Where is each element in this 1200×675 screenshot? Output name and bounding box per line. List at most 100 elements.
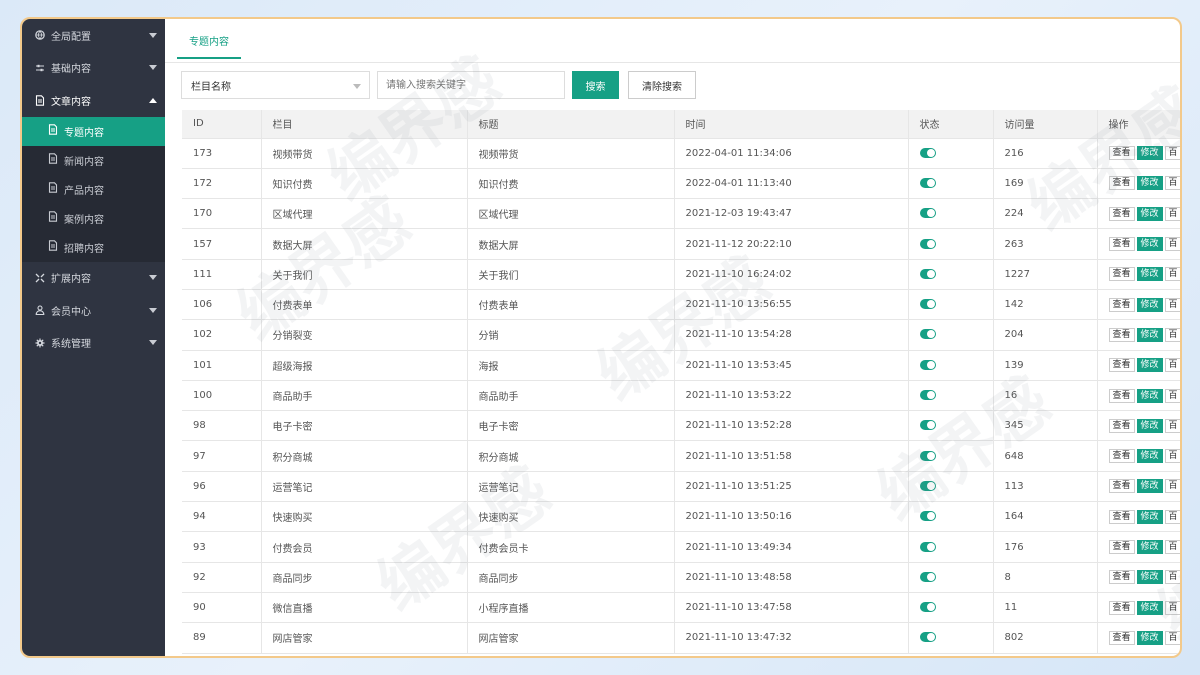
search-button[interactable]: 搜索 bbox=[572, 71, 619, 99]
status-toggle[interactable] bbox=[919, 632, 936, 643]
column-header[interactable]: ID bbox=[182, 110, 262, 139]
edit-button[interactable]: 修改 bbox=[1136, 418, 1163, 433]
more-button[interactable]: 百 bbox=[1164, 540, 1180, 554]
cell-status bbox=[908, 471, 994, 503]
sidebar-subitem-3[interactable]: 案例内容 bbox=[22, 204, 165, 233]
view-button[interactable]: 查看 bbox=[1108, 540, 1135, 554]
chevron-down-icon bbox=[149, 32, 157, 38]
more-button[interactable]: 百 bbox=[1164, 176, 1180, 191]
view-button[interactable]: 查看 bbox=[1108, 297, 1135, 312]
cell-id: 97 bbox=[182, 440, 262, 472]
view-button[interactable]: 查看 bbox=[1108, 600, 1135, 615]
more-button[interactable]: 百 bbox=[1164, 206, 1180, 221]
cell-id: 100 bbox=[182, 380, 262, 412]
status-toggle[interactable] bbox=[919, 571, 936, 582]
more-button[interactable]: 百 bbox=[1164, 570, 1180, 585]
view-button[interactable]: 查看 bbox=[1108, 327, 1135, 342]
status-toggle[interactable] bbox=[919, 147, 936, 158]
more-button[interactable]: 百 bbox=[1164, 388, 1180, 403]
status-toggle[interactable] bbox=[919, 177, 936, 188]
more-button[interactable]: 百 bbox=[1164, 237, 1180, 252]
status-toggle[interactable] bbox=[919, 390, 936, 401]
edit-button[interactable]: 修改 bbox=[1136, 146, 1163, 161]
edit-button[interactable]: 修改 bbox=[1136, 327, 1163, 342]
status-toggle[interactable] bbox=[919, 329, 936, 340]
cell-actions: 查看 修改百 bbox=[1097, 562, 1180, 593]
more-button[interactable]: 百 bbox=[1164, 358, 1180, 373]
edit-button[interactable]: 修改 bbox=[1136, 358, 1163, 373]
status-toggle[interactable] bbox=[919, 208, 936, 219]
edit-button[interactable]: 修改 bbox=[1136, 297, 1163, 312]
search-input[interactable] bbox=[377, 71, 565, 99]
status-toggle[interactable] bbox=[919, 299, 936, 310]
column-header[interactable]: 标题 bbox=[467, 110, 675, 139]
edit-button[interactable]: 修改 bbox=[1136, 206, 1163, 221]
edit-button[interactable]: 修改 bbox=[1136, 267, 1163, 282]
edit-button[interactable]: 修改 bbox=[1136, 449, 1163, 464]
more-button[interactable]: 百 bbox=[1164, 449, 1180, 464]
column-header[interactable]: 访问量 bbox=[993, 110, 1098, 139]
cell-actions: 查看 修改百 bbox=[1097, 228, 1180, 260]
view-button[interactable]: 查看 bbox=[1108, 509, 1135, 524]
edit-button[interactable]: 修改 bbox=[1136, 600, 1163, 615]
sidebar-item-1[interactable]: 基础内容 bbox=[22, 52, 165, 85]
clear-search-button[interactable]: 清除搜索 bbox=[628, 71, 696, 99]
view-button[interactable]: 查看 bbox=[1108, 449, 1135, 464]
sidebar-subitem-0[interactable]: 专题内容 bbox=[22, 116, 165, 146]
more-button[interactable]: 百 bbox=[1164, 630, 1180, 645]
edit-button[interactable]: 修改 bbox=[1136, 630, 1163, 645]
status-toggle[interactable] bbox=[919, 602, 936, 613]
sidebar-item-0[interactable]: 全局配置 bbox=[22, 19, 165, 52]
view-button[interactable]: 查看 bbox=[1108, 388, 1135, 403]
view-button[interactable]: 查看 bbox=[1108, 630, 1135, 645]
sidebar-subitem-4[interactable]: 招聘内容 bbox=[22, 233, 165, 262]
view-button[interactable]: 查看 bbox=[1108, 176, 1135, 191]
edit-button[interactable]: 修改 bbox=[1136, 479, 1163, 494]
view-button[interactable]: 查看 bbox=[1108, 358, 1135, 373]
more-button[interactable]: 百 bbox=[1164, 479, 1180, 494]
edit-button[interactable]: 修改 bbox=[1136, 570, 1163, 585]
more-button[interactable]: 百 bbox=[1164, 327, 1180, 342]
edit-button[interactable]: 修改 bbox=[1136, 176, 1163, 191]
status-toggle[interactable] bbox=[919, 480, 936, 491]
status-toggle[interactable] bbox=[919, 268, 936, 279]
column-header[interactable]: 时间 bbox=[674, 110, 909, 139]
more-button[interactable]: 百 bbox=[1164, 297, 1180, 312]
cell-id: 89 bbox=[182, 622, 262, 654]
status-toggle[interactable] bbox=[919, 511, 936, 522]
sidebar-item-2[interactable]: 文章内容 bbox=[22, 84, 165, 117]
column-select[interactable]: 栏目名称 bbox=[181, 71, 370, 99]
edit-button[interactable]: 修改 bbox=[1136, 540, 1163, 554]
edit-button[interactable]: 修改 bbox=[1136, 388, 1163, 403]
view-button[interactable]: 查看 bbox=[1108, 570, 1135, 585]
status-toggle[interactable] bbox=[919, 420, 936, 431]
more-button[interactable]: 百 bbox=[1164, 509, 1180, 524]
edit-button[interactable]: 修改 bbox=[1136, 509, 1163, 524]
view-button[interactable]: 查看 bbox=[1108, 237, 1135, 252]
sidebar-item-5[interactable]: 系统管理 bbox=[22, 327, 165, 360]
column-header[interactable]: 状态 bbox=[908, 110, 994, 139]
status-toggle[interactable] bbox=[919, 450, 936, 461]
edit-button[interactable]: 修改 bbox=[1136, 237, 1163, 252]
status-toggle[interactable] bbox=[919, 541, 936, 552]
view-button[interactable]: 查看 bbox=[1108, 146, 1135, 161]
cell-actions: 查看 修改百 bbox=[1097, 138, 1180, 169]
status-toggle[interactable] bbox=[919, 359, 936, 370]
view-button[interactable]: 查看 bbox=[1108, 206, 1135, 221]
more-button[interactable]: 百 bbox=[1164, 600, 1180, 615]
sidebar-subitem-2[interactable]: 产品内容 bbox=[22, 175, 165, 204]
tab-topic-content[interactable]: 专题内容 bbox=[177, 33, 241, 59]
more-button[interactable]: 百 bbox=[1164, 418, 1180, 433]
sidebar-subitem-1[interactable]: 新闻内容 bbox=[22, 146, 165, 175]
column-header[interactable]: 操作 bbox=[1097, 110, 1180, 139]
view-button[interactable]: 查看 bbox=[1108, 479, 1135, 494]
more-button[interactable]: 百 bbox=[1164, 267, 1180, 282]
view-button[interactable]: 查看 bbox=[1108, 418, 1135, 433]
view-button[interactable]: 查看 bbox=[1108, 267, 1135, 282]
cell-id: 90 bbox=[182, 592, 262, 624]
sidebar-item-4[interactable]: 会员中心 bbox=[22, 294, 165, 327]
column-header[interactable]: 栏目 bbox=[261, 110, 468, 139]
status-toggle[interactable] bbox=[919, 238, 936, 249]
sidebar-item-3[interactable]: 扩展内容 bbox=[22, 262, 165, 295]
more-button[interactable]: 百 bbox=[1164, 146, 1180, 161]
